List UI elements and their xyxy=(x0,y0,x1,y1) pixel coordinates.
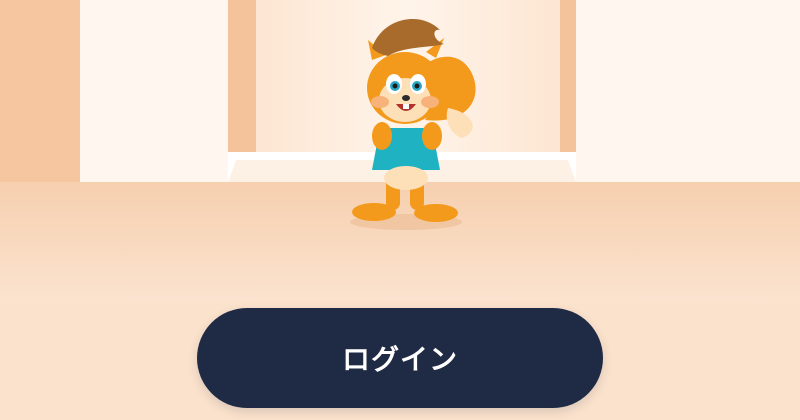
door-frame-left xyxy=(228,0,256,152)
door-frame-right xyxy=(560,0,576,152)
room-background xyxy=(0,0,800,300)
left-pillar xyxy=(0,0,80,182)
right-wall xyxy=(576,0,800,182)
login-screen: ログイン xyxy=(0,0,800,420)
login-button[interactable]: ログイン xyxy=(197,308,603,408)
left-wall xyxy=(80,0,228,182)
